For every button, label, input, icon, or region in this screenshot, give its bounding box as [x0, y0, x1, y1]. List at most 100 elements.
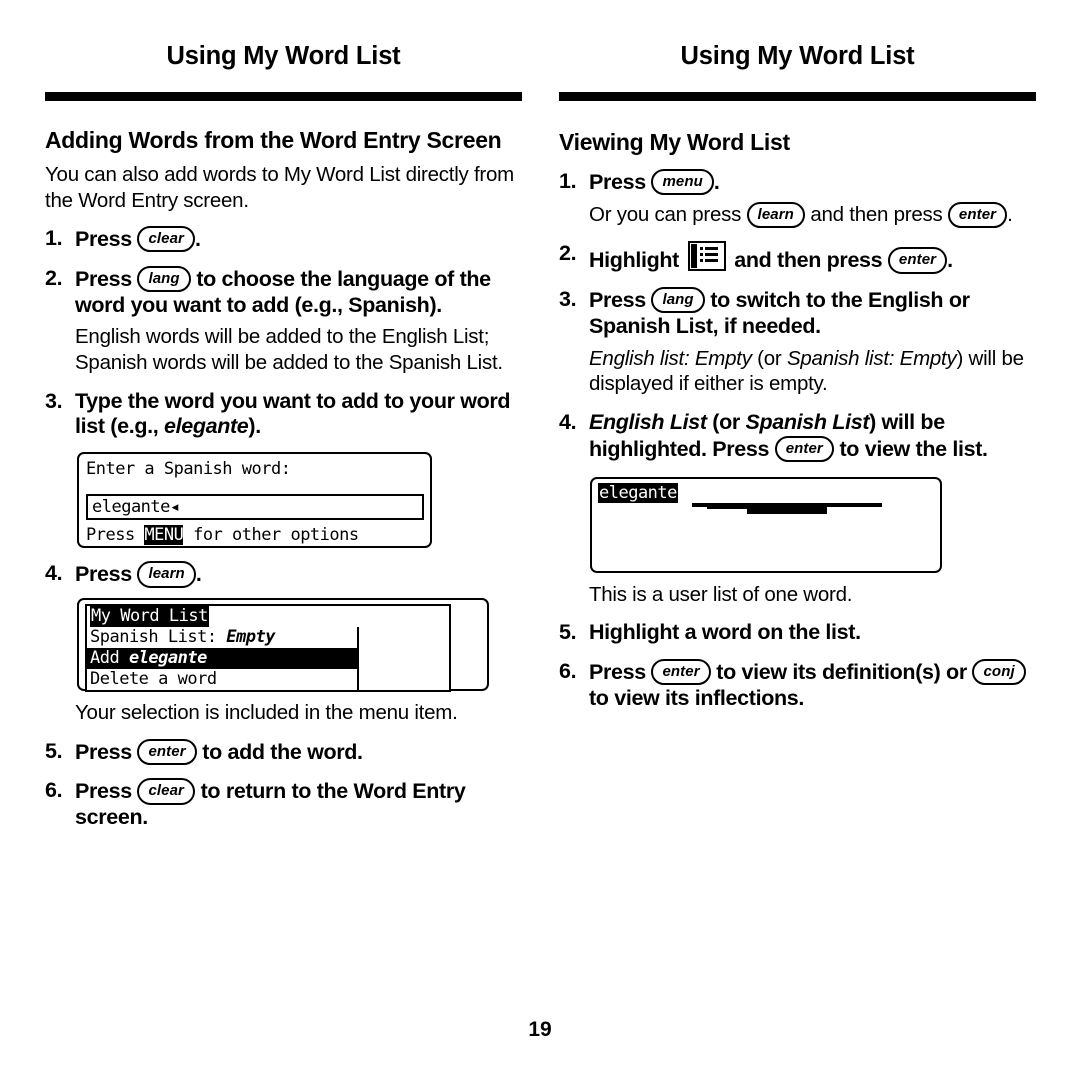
- menu-item-label: Add: [90, 648, 129, 669]
- step-text: English List (or Spanish List) will be h…: [589, 410, 1036, 463]
- list-name-english: English List: [589, 409, 707, 434]
- caption-menu-selection: Your selection is included in the menu i…: [75, 701, 458, 725]
- step-4-right: 4. English List (or Spanish List) will b…: [559, 410, 1036, 463]
- icon-line: [704, 253, 718, 256]
- step-suffix: .: [713, 170, 720, 195]
- section-heading-adding-words: Adding Words from the Word Entry Screen: [45, 127, 502, 154]
- note-part-a: Or you can press: [589, 202, 747, 226]
- step-number: 6.: [559, 658, 577, 683]
- key-enter[interactable]: enter: [887, 247, 948, 274]
- menu-item-label: Delete a word: [90, 669, 217, 690]
- screen-word-entry: Enter a Spanish word: elegante◂ Press ME…: [77, 452, 432, 549]
- step-prefix: Press: [75, 266, 138, 291]
- key-lang[interactable]: lang: [137, 265, 191, 293]
- step-suffix: to view its inflections.: [589, 685, 804, 710]
- menu-item-delete-word[interactable]: Delete a word: [87, 669, 359, 691]
- note-plain-1: (or: [751, 346, 787, 370]
- step-suffix: .: [195, 226, 201, 251]
- step-middle: and then press: [728, 248, 888, 273]
- menu-item-add-word[interactable]: Add elegante: [87, 648, 359, 670]
- caption-user-list: This is a user list of one word.: [589, 582, 853, 606]
- page-number: 19: [528, 1018, 552, 1041]
- key-lang[interactable]: lang: [651, 287, 705, 314]
- key-learn[interactable]: learn: [746, 201, 805, 229]
- step-1-right: 1. Press menu.: [559, 169, 1036, 196]
- key-conj[interactable]: conj: [972, 658, 1026, 686]
- step-text: Press clear to return to the Word Entry …: [75, 778, 522, 831]
- right-column: Using My Word List Viewing My Word List …: [559, 0, 1036, 712]
- step-prefix: Press: [75, 562, 138, 587]
- step-text: Press enter to view its definition(s) or…: [589, 658, 1036, 712]
- key-clear[interactable]: clear: [137, 778, 195, 805]
- step-number: 3.: [559, 287, 577, 312]
- key-menu[interactable]: menu: [651, 169, 714, 196]
- list-entry-elegante[interactable]: elegante: [598, 482, 678, 504]
- key-learn[interactable]: learn: [137, 561, 196, 588]
- step-prefix: Press: [75, 226, 138, 251]
- key-clear[interactable]: clear: [137, 225, 195, 253]
- example-word: elegante: [163, 414, 249, 439]
- screen-user-word-list: elegante: [590, 476, 942, 573]
- screen-footer: Press MENU for other options: [86, 524, 424, 546]
- step-3-right: 3. Press lang to switch to the English o…: [559, 287, 1036, 340]
- step-prefix: Press: [589, 170, 652, 195]
- running-head-left: Using My Word List: [166, 42, 401, 70]
- screen-word-list-menu: My Word List Spanish List: Empty Add ele…: [77, 598, 489, 693]
- footer-before: Press: [86, 524, 145, 545]
- screen-prompt: Enter a Spanish word:: [86, 459, 291, 480]
- step-prefix: Type the word you want to add to your wo…: [75, 388, 511, 439]
- step-number: 4.: [45, 561, 63, 586]
- step-number: 6.: [45, 778, 63, 803]
- step-suffix: .: [947, 248, 953, 273]
- key-enter[interactable]: enter: [947, 201, 1008, 229]
- step-prefix: Press: [75, 739, 138, 764]
- word-list-icon: [687, 241, 726, 272]
- left-column: Using My Word List Adding Words from the…: [45, 0, 522, 831]
- step-text: Press lang to switch to the English or S…: [589, 287, 1036, 340]
- scan-artifact-blob: [747, 504, 827, 514]
- step-number: 5.: [45, 738, 63, 763]
- step-text: Press enter to add the word.: [75, 738, 522, 766]
- key-enter[interactable]: enter: [651, 658, 711, 686]
- menu-item-value: Empty: [226, 627, 275, 648]
- step-number: 2.: [45, 265, 63, 290]
- step-text: Press lang to choose the language of the…: [75, 265, 522, 319]
- list-name-spanish: Spanish List: [745, 409, 870, 434]
- step-1-left: 1. Press clear.: [45, 225, 522, 253]
- manual-page: Using My Word List Adding Words from the…: [0, 0, 1080, 1080]
- menu-item-spanish-list[interactable]: Spanish List: Empty: [87, 627, 359, 649]
- screen-list-first-row: elegante: [598, 482, 934, 504]
- step-number: 2.: [559, 241, 577, 266]
- step-number: 3.: [45, 388, 63, 413]
- footer-menu-key: MENU: [144, 524, 184, 545]
- note-part-c: .: [1007, 202, 1013, 226]
- step-1-note: Or you can press learn and then press en…: [589, 201, 1036, 229]
- note-italic-spanish: Spanish list: Empty: [786, 346, 957, 370]
- step-number: 1.: [45, 225, 63, 250]
- step-prefix: Press: [589, 659, 652, 684]
- menu-title: My Word List: [90, 606, 209, 628]
- step-3-left: 3. Type the word you want to add to your…: [45, 389, 522, 441]
- step-6-left: 6. Press clear to return to the Word Ent…: [45, 778, 522, 831]
- step-prefix: Highlight: [589, 248, 685, 273]
- icon-dot: [699, 247, 703, 251]
- step-prefix: Press: [589, 288, 652, 313]
- intro-paragraph: You can also add words to My Word List d…: [45, 163, 514, 212]
- key-enter[interactable]: enter: [774, 435, 834, 462]
- screen-input-field[interactable]: elegante◂: [86, 493, 424, 520]
- menu-item-value: elegante: [128, 648, 207, 669]
- icon-line: [704, 247, 718, 250]
- icon-line: [704, 259, 718, 262]
- note-italic-english: English list: Empty: [589, 346, 752, 370]
- key-enter[interactable]: enter: [137, 738, 197, 765]
- step-part-1: (or: [706, 409, 746, 434]
- step-5-left: 5. Press enter to add the word.: [45, 738, 522, 766]
- step-5-right: 5. Highlight a word on the list.: [559, 620, 1036, 646]
- step-3-note: English list: Empty (or Spanish list: Em…: [589, 346, 1036, 397]
- step-2-left: 2. Press lang to choose the language of …: [45, 265, 522, 319]
- step-text: Press menu.: [589, 169, 1036, 196]
- menu-title-row: My Word List: [87, 606, 449, 628]
- step-number: 4.: [559, 409, 577, 434]
- step-suffix: .: [195, 562, 202, 587]
- step-number: 5.: [559, 620, 577, 645]
